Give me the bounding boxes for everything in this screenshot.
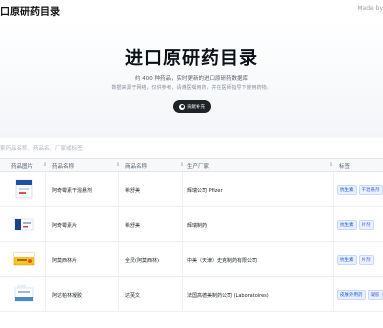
table-row[interactable]: 阿达帕林凝胶 达芙文 法国高德美制药公司 (Laboratoires) 皮肤外用… bbox=[0, 277, 383, 312]
tag-list: 抗生素 干混悬剂 bbox=[337, 185, 383, 195]
github-button-label: 贡献补充 bbox=[187, 104, 205, 110]
table-row[interactable]: 阿奇霉素片 希舒美 辉瑞制药 抗生素 片剂 bbox=[0, 207, 383, 242]
drug-name: 阿莫西林片 bbox=[52, 258, 78, 264]
tag[interactable]: 抗生素 bbox=[337, 255, 357, 265]
drug-brand: 希舒美 bbox=[125, 223, 141, 229]
table-row[interactable]: 阿莫西林片 全灵(阿莫西林) 中美（天津）史克制药有限公司 抗生素 片剂 bbox=[0, 242, 383, 277]
table-row[interactable]: 阿奇霉素干混悬剂 希舒美 辉瑞公司 Pfizer 抗生素 干混悬剂 bbox=[0, 172, 383, 207]
github-contribute-button[interactable]: 贡献补充 bbox=[173, 100, 211, 113]
github-icon bbox=[179, 103, 185, 110]
tag-list: 皮肤外用药 凝胶 bbox=[337, 290, 383, 300]
hero-section: 进口原研药目录 约 400 种药品，实时更新的进口原研药数据库 数据来源于网络，… bbox=[0, 20, 383, 138]
drug-brand: 达芙文 bbox=[125, 293, 141, 299]
tag-list: 抗生素 片剂 bbox=[337, 220, 376, 230]
tag[interactable]: 片剂 bbox=[358, 255, 374, 265]
drug-image bbox=[13, 212, 35, 236]
col-header-tags: 标签 bbox=[339, 164, 351, 170]
drug-maker: 辉瑞制药 bbox=[187, 223, 208, 229]
drug-image bbox=[13, 282, 35, 306]
made-by-text: Made by bbox=[357, 5, 383, 12]
search-input[interactable] bbox=[0, 143, 150, 155]
page-title: 进口原研药目录 bbox=[125, 48, 258, 69]
col-header-maker[interactable]: 生产厂家 bbox=[187, 162, 209, 170]
tag[interactable]: 片剂 bbox=[358, 220, 374, 230]
col-header-brand[interactable]: 商品名称 bbox=[125, 162, 147, 170]
drug-maker: 法国高德美制药公司 (Laboratoires) bbox=[187, 293, 269, 299]
tag[interactable]: 抗生素 bbox=[337, 185, 357, 195]
drug-brand: 希舒美 bbox=[125, 188, 141, 194]
drug-name: 阿达帕林凝胶 bbox=[52, 293, 83, 299]
tag[interactable]: 干混悬剂 bbox=[358, 185, 383, 195]
drug-image bbox=[13, 247, 35, 271]
sort-icon[interactable]: ⇕ bbox=[180, 162, 184, 168]
col-header-image: 药品图片 bbox=[11, 164, 34, 170]
drug-brand: 全灵(阿莫西林) bbox=[125, 258, 159, 264]
tag[interactable]: 抗生素 bbox=[337, 220, 357, 230]
drug-name: 阿奇霉素干混悬剂 bbox=[52, 188, 93, 194]
sort-icon[interactable]: ⇕ bbox=[116, 162, 120, 168]
table-header: 药品图片 ⇕ 药品名称 ⇕ 商品名称 ⇕ 生产厂家 ⇕ 标签 bbox=[0, 158, 383, 172]
sort-icon[interactable]: ⇕ bbox=[43, 162, 47, 168]
drug-table: 药品图片 ⇕ 药品名称 ⇕ 商品名称 ⇕ 生产厂家 ⇕ 标签 阿奇霉素干混悬剂 … bbox=[0, 158, 383, 312]
site-brand[interactable]: 口原研药目录 bbox=[0, 3, 60, 18]
tag[interactable]: 凝胶 bbox=[367, 290, 383, 300]
drug-image bbox=[13, 177, 35, 201]
sort-icon[interactable]: ⇕ bbox=[329, 162, 333, 168]
drug-maker: 中美（天津）史克制药有限公司 bbox=[187, 258, 258, 264]
col-header-name[interactable]: 药品名称 bbox=[52, 162, 74, 170]
hero-subtitle: 约 400 种药品，实时更新的进口原研药数据库 bbox=[135, 76, 248, 82]
top-bar: 口原研药目录 Made by bbox=[0, 0, 383, 20]
drug-name: 阿奇霉素片 bbox=[52, 223, 78, 229]
tag-list: 抗生素 片剂 bbox=[337, 255, 376, 265]
tag[interactable]: 皮肤外用药 bbox=[337, 290, 366, 300]
hero-disclaimer: 数据来源于网络，仅供参考，请遵医嘱用药，并在医师指导下使用药物。 bbox=[111, 85, 272, 91]
drug-maker: 辉瑞公司 Pfizer bbox=[187, 188, 223, 194]
